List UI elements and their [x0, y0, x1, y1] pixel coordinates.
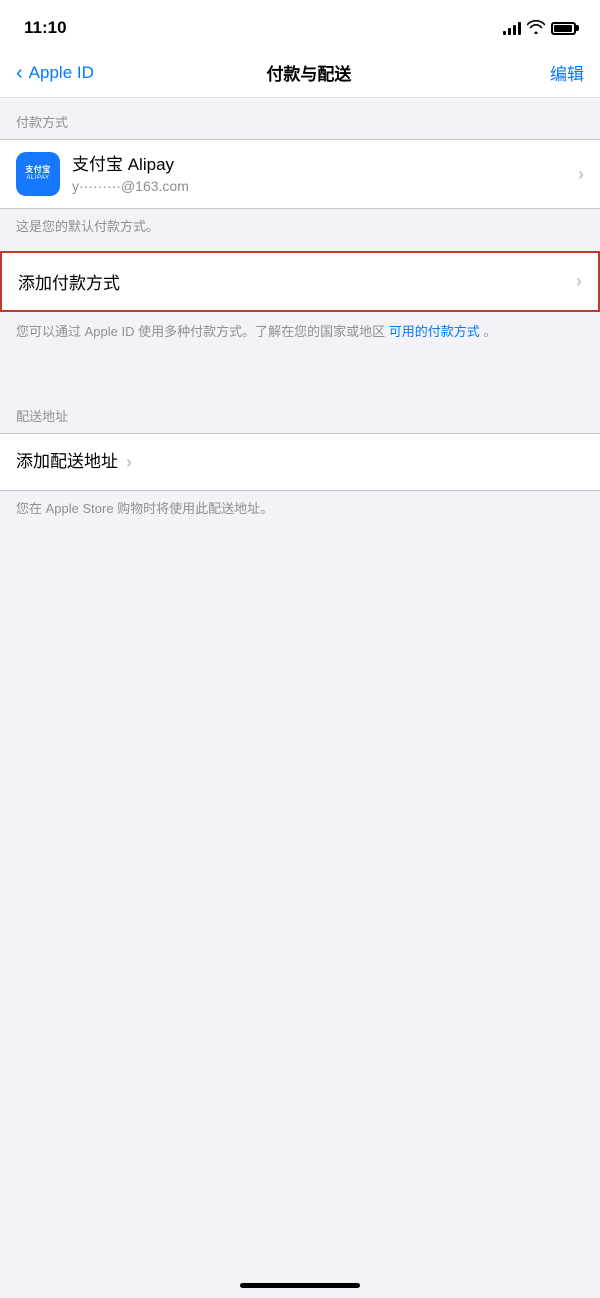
shipping-card: 添加配送地址 ›: [0, 433, 600, 491]
add-shipping-label: 添加配送地址: [16, 451, 118, 473]
status-time: 11:10: [24, 18, 67, 38]
page-title: 付款与配送: [94, 60, 524, 85]
add-payment-card: 添加付款方式 ›: [0, 251, 600, 312]
back-button[interactable]: ‹ Apple ID: [16, 63, 94, 83]
shipping-section-label: 配送地址: [0, 392, 600, 433]
wifi-icon: [527, 20, 545, 37]
back-label: Apple ID: [29, 63, 94, 83]
alipay-logo: 支付宝 ALIPAY: [16, 152, 60, 196]
alipay-chevron-icon: ›: [578, 164, 584, 185]
add-payment-row[interactable]: 添加付款方式 ›: [2, 253, 598, 310]
home-indicator: [240, 1283, 360, 1288]
add-payment-chevron-icon: ›: [576, 271, 582, 292]
alipay-row[interactable]: 支付宝 ALIPAY 支付宝 Alipay y·········@163.com…: [0, 140, 600, 208]
add-shipping-row[interactable]: 添加配送地址 ›: [0, 434, 600, 490]
alipay-icon-subtext: ALIPAY: [26, 175, 49, 182]
back-chevron-icon: ‹: [16, 63, 23, 83]
signal-icon: [503, 21, 521, 35]
info-text-end: 。: [483, 324, 496, 339]
battery-icon: [551, 22, 576, 35]
default-payment-note: 这是您的默认付款方式。: [0, 209, 600, 251]
payment-section-label: 付款方式: [0, 98, 600, 139]
edit-button[interactable]: 编辑: [524, 60, 584, 85]
shipping-note: 您在 Apple Store 购物时将使用此配送地址。: [0, 491, 600, 533]
info-text-before: 您可以通过 Apple ID 使用多种付款方式。了解在您的国家或地区: [16, 324, 385, 339]
payment-methods-card: 支付宝 ALIPAY 支付宝 Alipay y·········@163.com…: [0, 139, 600, 209]
alipay-icon-text: 支付宝: [25, 166, 51, 175]
status-bar: 11:10: [0, 0, 600, 50]
status-icons: [503, 20, 576, 37]
nav-bar: ‹ Apple ID 付款与配送 编辑: [0, 50, 600, 98]
alipay-email: y·········@163.com: [72, 178, 570, 194]
payment-info-text: 您可以通过 Apple ID 使用多种付款方式。了解在您的国家或地区 可用的付款…: [0, 312, 600, 363]
add-payment-label: 添加付款方式: [18, 269, 568, 294]
alipay-name: 支付宝 Alipay: [72, 154, 570, 176]
shipping-section: 配送地址 添加配送地址 › 您在 Apple Store 购物时将使用此配送地址…: [0, 392, 600, 533]
info-link[interactable]: 可用的付款方式: [389, 324, 480, 339]
alipay-details: 支付宝 Alipay y·········@163.com: [72, 154, 570, 194]
add-shipping-chevron-icon: ›: [126, 452, 132, 473]
